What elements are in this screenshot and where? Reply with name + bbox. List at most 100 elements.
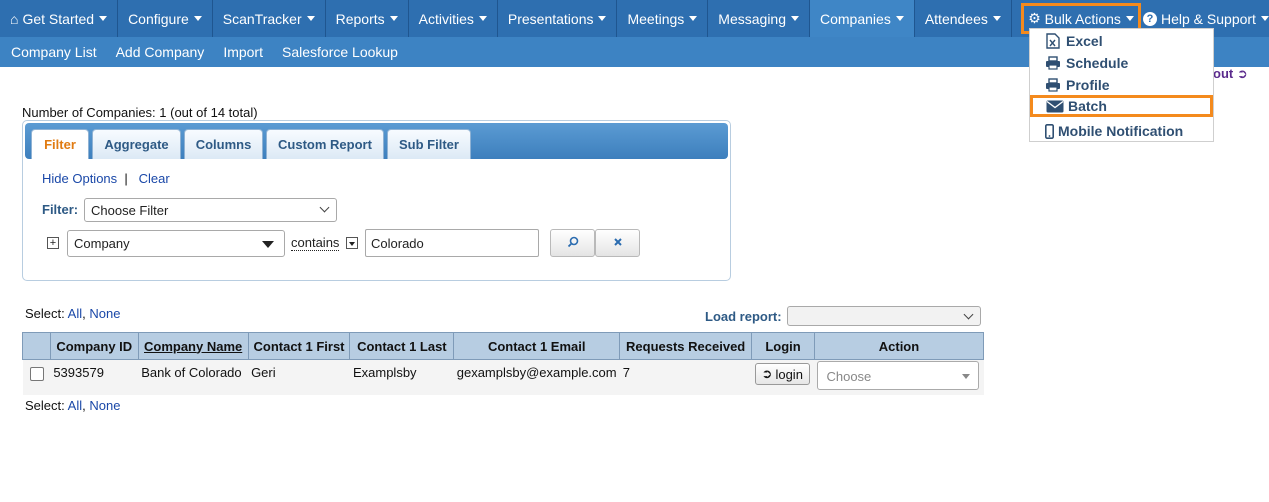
add-condition-icon[interactable]: +	[47, 237, 59, 249]
logout-label: out	[1213, 66, 1234, 81]
select-all-link[interactable]: All	[68, 398, 82, 413]
action-select-value: Choose	[826, 369, 872, 384]
menu-item-batch[interactable]: Batch	[1030, 95, 1213, 117]
menu-item-profile[interactable]: Profile	[1044, 74, 1110, 96]
nav-meetings[interactable]: Meetings	[617, 0, 709, 37]
caret-down-icon	[193, 16, 202, 21]
nav-scantracker-label: ScanTracker	[222, 10, 302, 27]
select-all-none-bottom: Select: All, None	[25, 398, 120, 413]
caret-down-icon	[689, 16, 698, 21]
col-select	[22, 332, 51, 360]
nav-companies[interactable]: Companies	[810, 0, 915, 37]
cell-company-name: Bank of Colorado	[138, 359, 249, 395]
subnav-import[interactable]: Import	[223, 44, 263, 60]
tab-columns[interactable]: Columns	[184, 129, 263, 159]
subnav-salesforce-lookup[interactable]: Salesforce Lookup	[282, 44, 398, 60]
chevron-down-icon	[963, 309, 974, 320]
col-company-name[interactable]: Company Name	[137, 332, 249, 360]
tab-custom-report[interactable]: Custom Report	[266, 129, 384, 159]
nav-presentations[interactable]: Presentations	[498, 0, 618, 37]
triangle-down-icon	[962, 374, 971, 379]
menu-item-schedule[interactable]: Schedule	[1044, 52, 1128, 74]
menu-item-batch-label: Batch	[1068, 98, 1107, 114]
choose-filter-value: Choose Filter	[91, 202, 169, 218]
remove-button[interactable]	[595, 229, 640, 257]
field-select[interactable]: Company	[67, 230, 285, 257]
nav-scantracker[interactable]: ScanTracker	[213, 0, 326, 37]
search-button[interactable]	[550, 229, 595, 257]
tab-filter[interactable]: Filter	[31, 129, 89, 159]
nav-reports[interactable]: Reports	[326, 0, 409, 37]
select-prefix: Select:	[25, 398, 65, 413]
chevron-down-icon	[319, 202, 330, 213]
filter-value-input[interactable]	[365, 229, 539, 257]
excel-file-icon	[1044, 33, 1062, 49]
filter-tabbar: Filter Aggregate Columns Custom Report S…	[25, 123, 728, 159]
company-count: Number of Companies: 1 (out of 14 total)	[22, 105, 258, 120]
load-report-label: Load report:	[705, 309, 782, 324]
question-icon: ?	[1143, 11, 1157, 26]
row-checkbox-cell	[22, 359, 51, 395]
gear-icon: ⚙	[1028, 10, 1041, 26]
operator-dropdown-icon[interactable]	[346, 237, 358, 249]
col-contact-first[interactable]: Contact 1 First	[247, 332, 351, 360]
cell-login: ➲ login	[751, 359, 815, 395]
menu-item-excel[interactable]: Excel	[1044, 30, 1103, 52]
hide-options-link[interactable]: Hide Options	[42, 171, 117, 186]
action-select[interactable]: Choose	[817, 361, 980, 390]
nav-activities[interactable]: Activities	[409, 0, 498, 37]
caret-down-icon	[992, 16, 1001, 21]
col-company-id[interactable]: Company ID	[49, 332, 139, 360]
choose-filter-select[interactable]: Choose Filter	[84, 198, 337, 222]
nav-attendees[interactable]: Attendees	[915, 0, 1012, 37]
nav-configure[interactable]: Configure	[118, 0, 213, 37]
cell-action: Choose	[814, 359, 984, 395]
tab-sub-filter[interactable]: Sub Filter	[387, 129, 471, 159]
nav-get-started-label: Get Started	[22, 10, 95, 27]
select-none-link[interactable]: None	[89, 306, 120, 321]
cell-contact-last: Examplsby	[349, 359, 454, 395]
login-button[interactable]: ➲ login	[754, 363, 810, 385]
caret-down-icon	[598, 16, 607, 21]
nav-configure-label: Configure	[128, 10, 189, 27]
col-contact-last[interactable]: Contact 1 Last	[349, 332, 455, 360]
select-prefix: Select:	[25, 306, 65, 321]
select-all-link[interactable]: All	[68, 306, 82, 321]
load-report-select[interactable]	[787, 306, 981, 326]
select-comma: ,	[82, 306, 86, 321]
clear-link[interactable]: Clear	[139, 171, 170, 186]
menu-item-mobile-notification[interactable]: Mobile Notification	[1044, 120, 1183, 142]
caret-down-icon	[99, 16, 108, 21]
col-action: Action	[813, 332, 985, 360]
nav-messaging[interactable]: Messaging	[708, 0, 810, 37]
subnav-add-company[interactable]: Add Company	[116, 44, 205, 60]
logout-link[interactable]: out ➲	[1213, 66, 1248, 82]
nav-messaging-label: Messaging	[718, 10, 786, 27]
sign-in-icon: ➲	[761, 366, 773, 381]
cell-company-id: 5393579	[50, 359, 139, 395]
tab-aggregate[interactable]: Aggregate	[92, 129, 181, 159]
subnav-company-list[interactable]: Company List	[11, 44, 97, 60]
nav-get-started[interactable]: ⌂ Get Started	[0, 0, 119, 37]
menu-item-schedule-label: Schedule	[1066, 55, 1129, 71]
caret-down-icon	[478, 16, 487, 21]
cell-requests-received: 7	[619, 359, 752, 395]
table-row: 5393579 Bank of Colorado Geri Examplsby …	[22, 359, 984, 395]
col-requests-received[interactable]: Requests Received	[619, 332, 753, 360]
menu-item-mobile-notification-label: Mobile Notification	[1058, 123, 1184, 139]
nav-companies-label: Companies	[820, 10, 891, 27]
operator-label[interactable]: contains	[291, 235, 340, 251]
caret-down-icon	[389, 16, 398, 21]
select-none-link[interactable]: None	[89, 398, 120, 413]
caret-down-icon	[1260, 16, 1269, 21]
bulk-actions-menu: Excel Schedule Profile Batch Mobile Noti…	[1029, 28, 1214, 142]
links-separator: |	[124, 171, 128, 186]
cell-contact-first: Geri	[248, 359, 350, 395]
row-checkbox[interactable]	[29, 367, 44, 381]
filter-panel: Filter Aggregate Columns Custom Report S…	[22, 120, 731, 281]
nav-meetings-label: Meetings	[627, 10, 685, 27]
col-login: Login	[751, 332, 815, 360]
nav-presentations-label: Presentations	[507, 10, 594, 27]
col-contact-email[interactable]: Contact 1 Email	[453, 332, 621, 360]
envelope-icon	[1046, 100, 1064, 113]
